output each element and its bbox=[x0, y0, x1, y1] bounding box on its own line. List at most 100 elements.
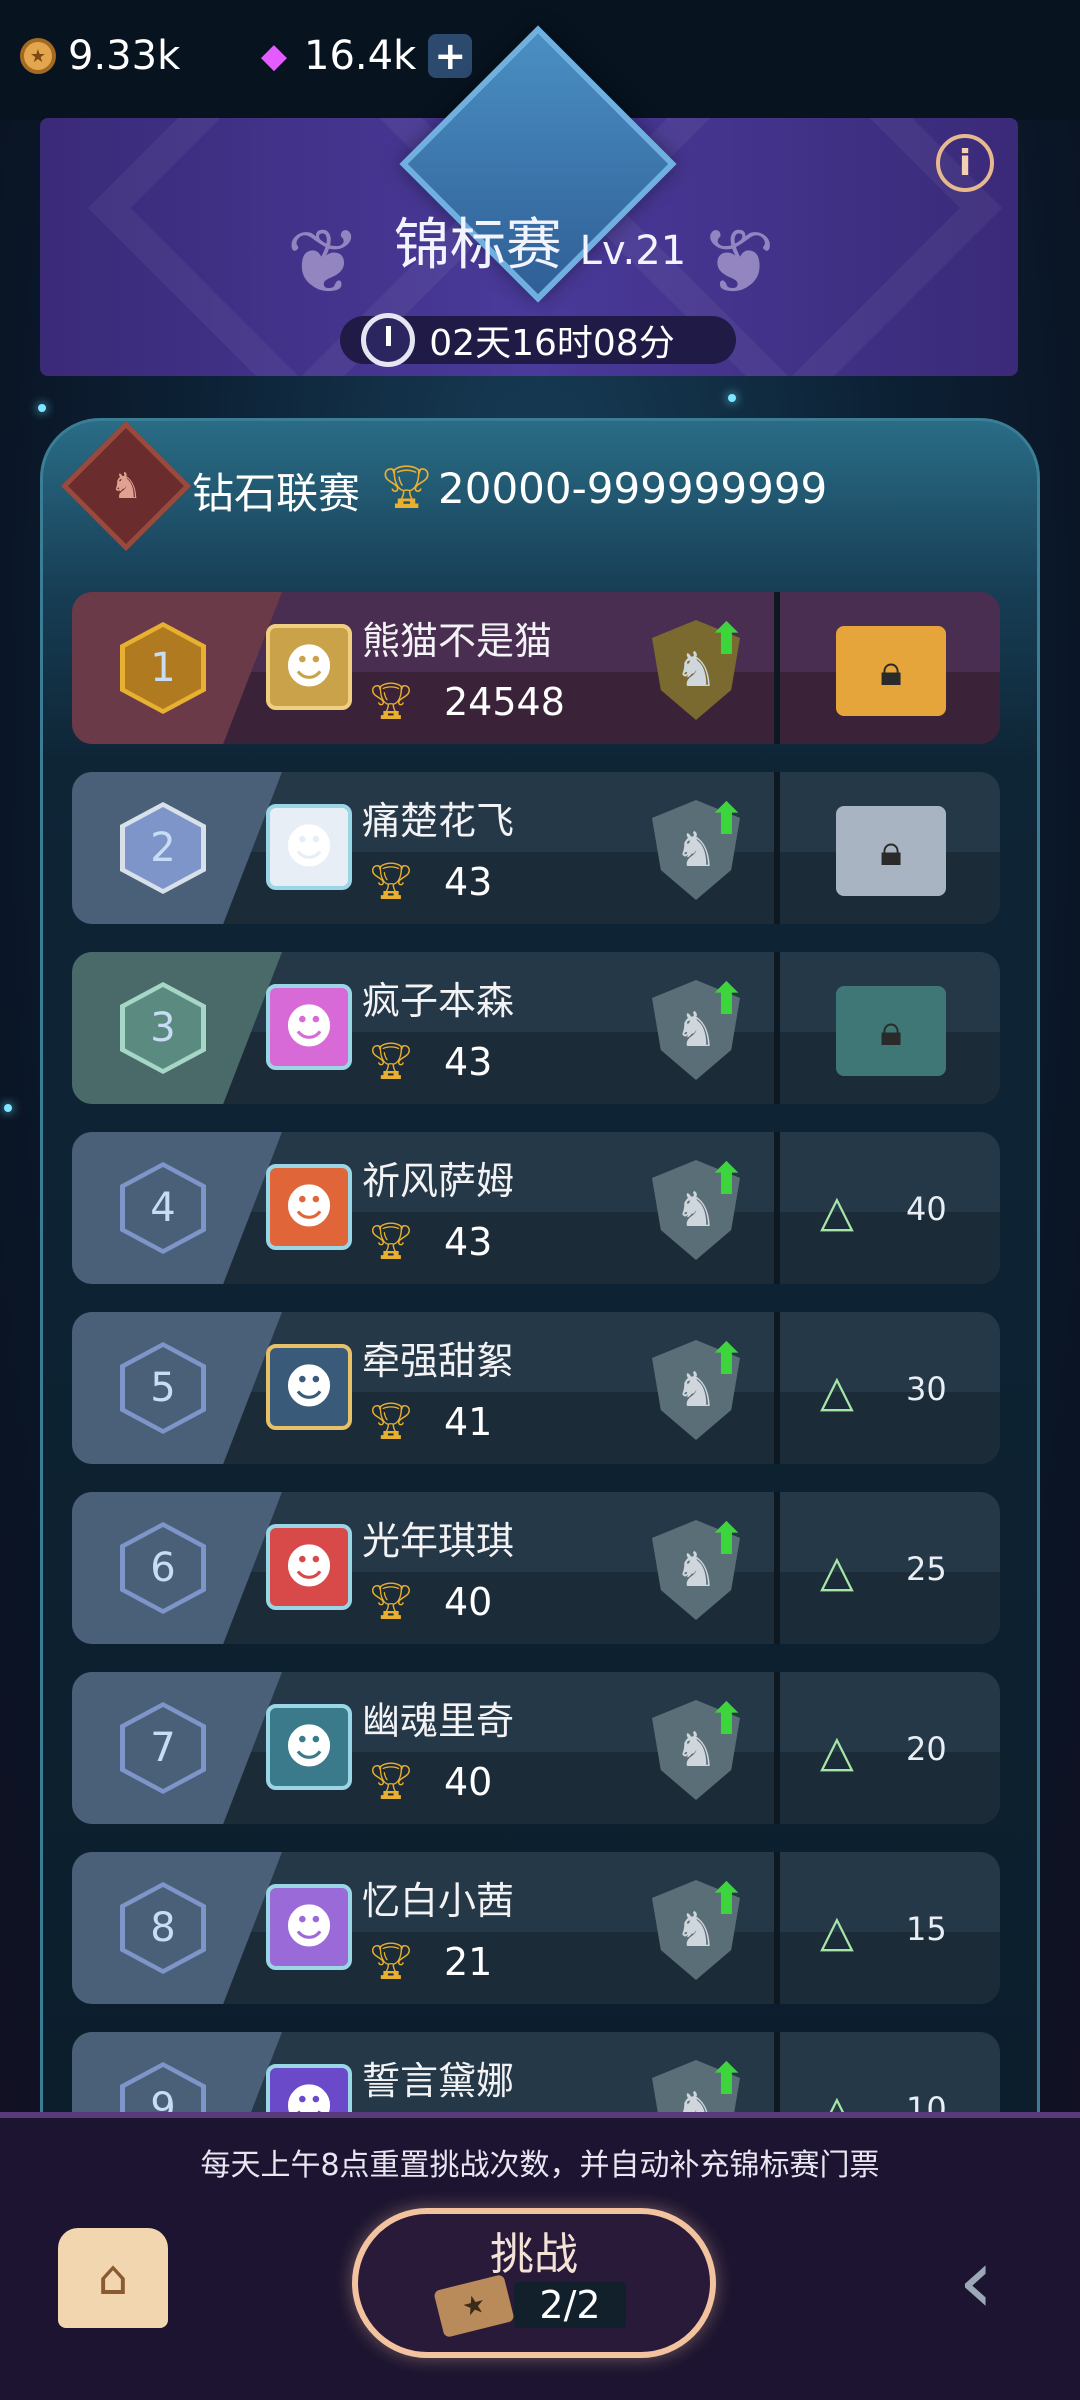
player-name: 光年琪琪 bbox=[362, 1519, 515, 1563]
player-name: 忆白小茜 bbox=[362, 1879, 515, 1923]
promote-arrow-icon: ⬆ bbox=[708, 974, 745, 1025]
reward-point-icon: △ bbox=[820, 1366, 854, 1417]
promote-arrow-icon: ⬆ bbox=[708, 1514, 745, 1565]
trophy-icon: 🏆︎ bbox=[380, 462, 434, 511]
trophy-icon: 🏆︎ bbox=[368, 681, 414, 722]
player-score: 40 bbox=[444, 1580, 493, 1624]
promote-arrow-icon: ⬆ bbox=[708, 1694, 745, 1745]
trophy-icon: 🏆︎ bbox=[368, 1221, 414, 1262]
promote-arrow-icon: ⬆ bbox=[708, 1334, 745, 1385]
league-name: 钻石联赛 bbox=[192, 469, 361, 518]
add-gems-button[interactable]: + bbox=[428, 34, 473, 78]
promote-arrow-icon: ⬆ bbox=[708, 1154, 745, 1205]
countdown-text: 02天16时08分 bbox=[429, 323, 675, 364]
trophy-icon: 🏆︎ bbox=[368, 861, 414, 902]
gem-icon: ◆ bbox=[260, 36, 288, 76]
gem-counter: ◆ 16.4k + bbox=[256, 26, 473, 86]
player-avatar: ☻ bbox=[266, 984, 352, 1070]
reward-point-icon: △ bbox=[820, 1546, 854, 1597]
reward-point-icon: △ bbox=[820, 1186, 854, 1237]
player-avatar: ☻ bbox=[266, 1344, 352, 1430]
player-avatar: ☻ bbox=[266, 624, 352, 710]
coin-icon: ★ bbox=[20, 38, 56, 74]
reward-points: 15 bbox=[906, 1910, 947, 1948]
player-avatar: ☻ bbox=[266, 1884, 352, 1970]
leaderboard-row[interactable]: 6 ☻ 光年琪琪 🏆︎ 40 ♞ ⬆ △ 25 bbox=[72, 1492, 1000, 1644]
player-score: 21 bbox=[444, 1940, 493, 1984]
promote-arrow-icon: ⬆ bbox=[708, 794, 745, 845]
reset-notice: 每天上午8点重置挑战次数，并自动补充锦标赛门票 bbox=[200, 2148, 880, 2183]
rank-number: 3 bbox=[150, 1005, 176, 1051]
promote-arrow-icon: ⬆ bbox=[708, 2054, 745, 2105]
player-score: 43 bbox=[444, 1040, 493, 1084]
player-name: 熊猫不是猫 bbox=[362, 619, 553, 663]
shop-icon: ⌂ bbox=[97, 2250, 129, 2306]
trophy-icon: 🏆︎ bbox=[368, 1761, 414, 1802]
player-name: 疯子本森 bbox=[362, 979, 515, 1023]
trophy-icon: 🏆︎ bbox=[368, 1401, 414, 1442]
trophy-icon: 🏆︎ bbox=[368, 1041, 414, 1082]
leaderboard-row[interactable]: 2 ☻ 痛楚花飞 🏆︎ 43 ♞ ⬆ 🔒︎ bbox=[72, 772, 1000, 924]
rank-number: 5 bbox=[150, 1365, 176, 1411]
reward-points: 25 bbox=[906, 1550, 947, 1588]
player-score: 24548 bbox=[444, 680, 565, 724]
ticket-count: 2/2 bbox=[514, 2282, 626, 2328]
reward-points: 30 bbox=[906, 1370, 947, 1408]
leaderboard-row[interactable]: 3 ☻ 疯子本森 🏆︎ 43 ♞ ⬆ 🔒︎ bbox=[72, 952, 1000, 1104]
leaderboard-row[interactable]: 5 ☻ 牵强甜絮 🏆︎ 41 ♞ ⬆ △ 30 bbox=[72, 1312, 1000, 1464]
sparkle-icon bbox=[4, 1104, 12, 1112]
reward-chest-icon[interactable]: 🔒︎ bbox=[836, 986, 946, 1076]
player-name: 幽魂里奇 bbox=[362, 1699, 515, 1743]
promote-arrow-icon: ⬆ bbox=[708, 614, 745, 665]
tournament-title: 锦标赛 Lv.21 bbox=[300, 200, 780, 281]
countdown-timer: 02天16时08分 bbox=[340, 313, 736, 367]
challenge-label: 挑战 bbox=[490, 2229, 578, 2280]
rank-number: 6 bbox=[150, 1545, 176, 1591]
rank-badge: 4 bbox=[120, 1162, 206, 1254]
rank-badge: 8 bbox=[120, 1882, 206, 1974]
reward-chest-icon[interactable]: 🔒︎ bbox=[836, 806, 946, 896]
reward-chest-icon[interactable]: 🔒︎ bbox=[836, 626, 946, 716]
rank-number: 8 bbox=[150, 1905, 176, 1951]
sparkle-icon bbox=[38, 404, 46, 412]
rank-badge: 2 bbox=[120, 802, 206, 894]
player-avatar: ☻ bbox=[266, 1524, 352, 1610]
player-avatar: ☻ bbox=[266, 1704, 352, 1790]
rank-badge: 1 bbox=[120, 622, 206, 714]
coin-counter: ★ 9.33k bbox=[20, 26, 180, 86]
back-arrow-icon: ‹ bbox=[958, 2228, 994, 2334]
rank-badge: 3 bbox=[120, 982, 206, 1074]
tournament-name: 锦标赛 bbox=[393, 213, 562, 278]
player-score: 40 bbox=[444, 1760, 493, 1804]
rank-badge: 6 bbox=[120, 1522, 206, 1614]
trophy-icon: 🏆︎ bbox=[368, 1941, 414, 1982]
player-name: 牵强甜絮 bbox=[362, 1339, 515, 1383]
back-button[interactable]: ‹ bbox=[926, 2229, 1026, 2334]
shop-button[interactable]: ⌂ bbox=[58, 2228, 168, 2328]
leaderboard-row[interactable]: 1 ☻ 熊猫不是猫 🏆︎ 24548 ♞ ⬆ 🔒︎ bbox=[72, 592, 1000, 744]
leaderboard-row[interactable]: 8 ☻ 忆白小茜 🏆︎ 21 ♞ ⬆ △ 15 bbox=[72, 1852, 1000, 2004]
sparkle-icon bbox=[728, 394, 736, 402]
player-score: 41 bbox=[444, 1400, 493, 1444]
player-avatar: ☻ bbox=[266, 1164, 352, 1250]
rank-number: 1 bbox=[150, 645, 176, 691]
gem-amount: 16.4k bbox=[304, 33, 417, 79]
clock-icon bbox=[361, 313, 416, 367]
rank-badge: 7 bbox=[120, 1702, 206, 1794]
reward-points: 20 bbox=[906, 1730, 947, 1768]
info-button[interactable]: i bbox=[936, 134, 994, 192]
rank-number: 7 bbox=[150, 1725, 176, 1771]
rank-number: 4 bbox=[150, 1185, 176, 1231]
player-score: 43 bbox=[444, 1220, 493, 1264]
player-avatar: ☻ bbox=[266, 804, 352, 890]
promote-arrow-icon: ⬆ bbox=[708, 1874, 745, 1925]
coin-amount: 9.33k bbox=[68, 33, 181, 79]
player-name: 痛楚花飞 bbox=[362, 799, 515, 843]
reward-point-icon: △ bbox=[820, 1906, 854, 1957]
leaderboard-row[interactable]: 4 ☻ 祈风萨姆 🏆︎ 43 ♞ ⬆ △ 40 bbox=[72, 1132, 1000, 1284]
reward-point-icon: △ bbox=[820, 1726, 854, 1777]
player-score: 43 bbox=[444, 860, 493, 904]
reward-points: 40 bbox=[906, 1190, 947, 1228]
leaderboard-row[interactable]: 7 ☻ 幽魂里奇 🏆︎ 40 ♞ ⬆ △ 20 bbox=[72, 1672, 1000, 1824]
player-name: 誓言黛娜 bbox=[362, 2059, 515, 2103]
